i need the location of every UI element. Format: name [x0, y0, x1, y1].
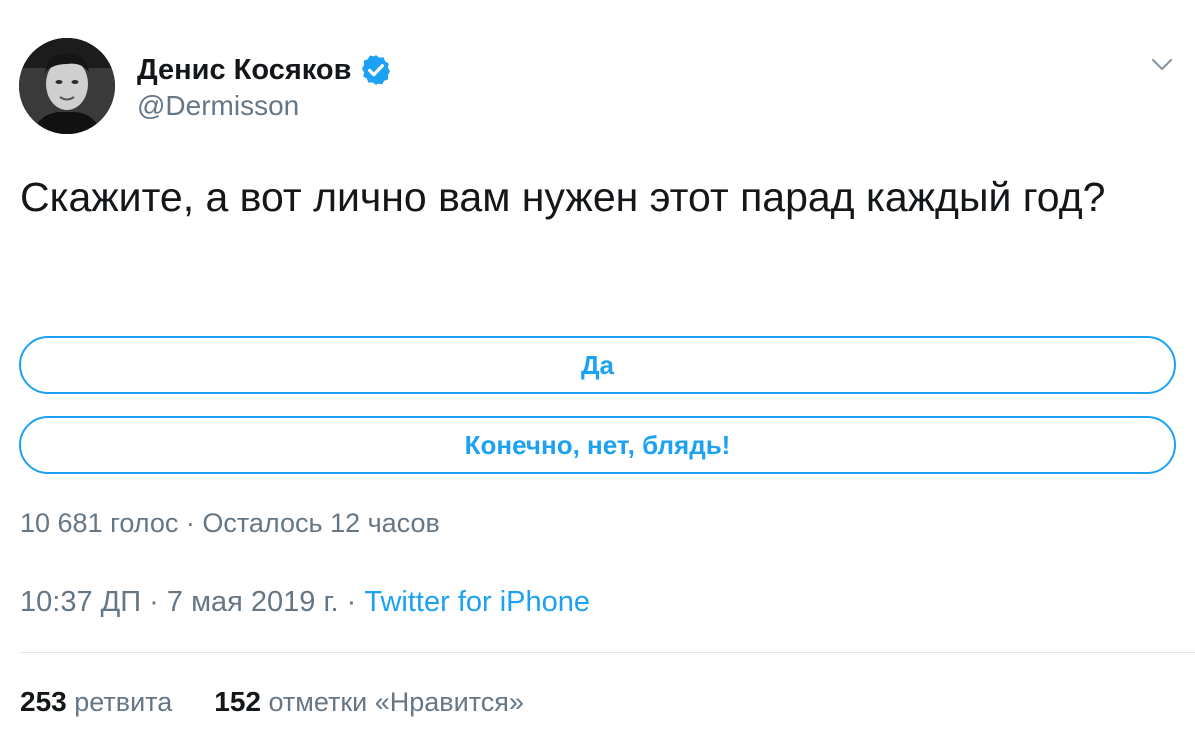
author-name[interactable]: Денис Косяков — [137, 52, 393, 88]
poll-time-left: Осталось 12 часов — [202, 508, 440, 538]
tweet-text: Скажите, а вот лично вам нужен этот пара… — [20, 174, 1106, 220]
tweet-stats: 253 ретвита 152 отметки «Нравится» — [20, 686, 524, 718]
poll-meta-separator: · — [178, 508, 203, 538]
tweet-time[interactable]: 10:37 ДП — [20, 586, 141, 618]
author-handle[interactable]: @Dermisson — [137, 90, 299, 122]
likes-stat[interactable]: 152 отметки «Нравится» — [214, 686, 524, 718]
tweet-meta-separator: · — [338, 586, 365, 618]
poll-meta: 10 681 голос · Осталось 12 часов — [20, 508, 440, 539]
likes-count: 152 — [214, 686, 261, 717]
verified-badge-icon — [362, 55, 391, 85]
avatar[interactable] — [19, 38, 115, 134]
divider — [19, 652, 1195, 653]
likes-label: отметки «Нравится» — [268, 687, 524, 717]
poll-option-label: Конечно, нет, блядь! — [464, 429, 731, 460]
tweet-date[interactable]: 7 мая 2019 г. — [167, 586, 339, 618]
tweet-meta-separator: · — [141, 586, 167, 618]
tweet-source-link[interactable]: Twitter for iPhone — [364, 586, 590, 618]
author-name-text: Денис Косяков — [137, 53, 352, 86]
poll-option-label: Да — [581, 349, 614, 380]
profile-photo-icon — [19, 38, 115, 134]
poll-votes: 10 681 голос — [20, 508, 179, 538]
retweets-count: 253 — [20, 686, 67, 717]
tweet-meta: 10:37 ДП · 7 мая 2019 г. · Twitter for i… — [20, 586, 590, 619]
chevron-down-icon[interactable] — [1146, 50, 1178, 78]
retweets-stat[interactable]: 253 ретвита — [20, 686, 172, 718]
poll-option-no[interactable]: Конечно, нет, блядь! — [19, 416, 1176, 474]
retweets-label: ретвита — [74, 687, 173, 717]
poll-option-yes[interactable]: Да — [19, 336, 1176, 394]
